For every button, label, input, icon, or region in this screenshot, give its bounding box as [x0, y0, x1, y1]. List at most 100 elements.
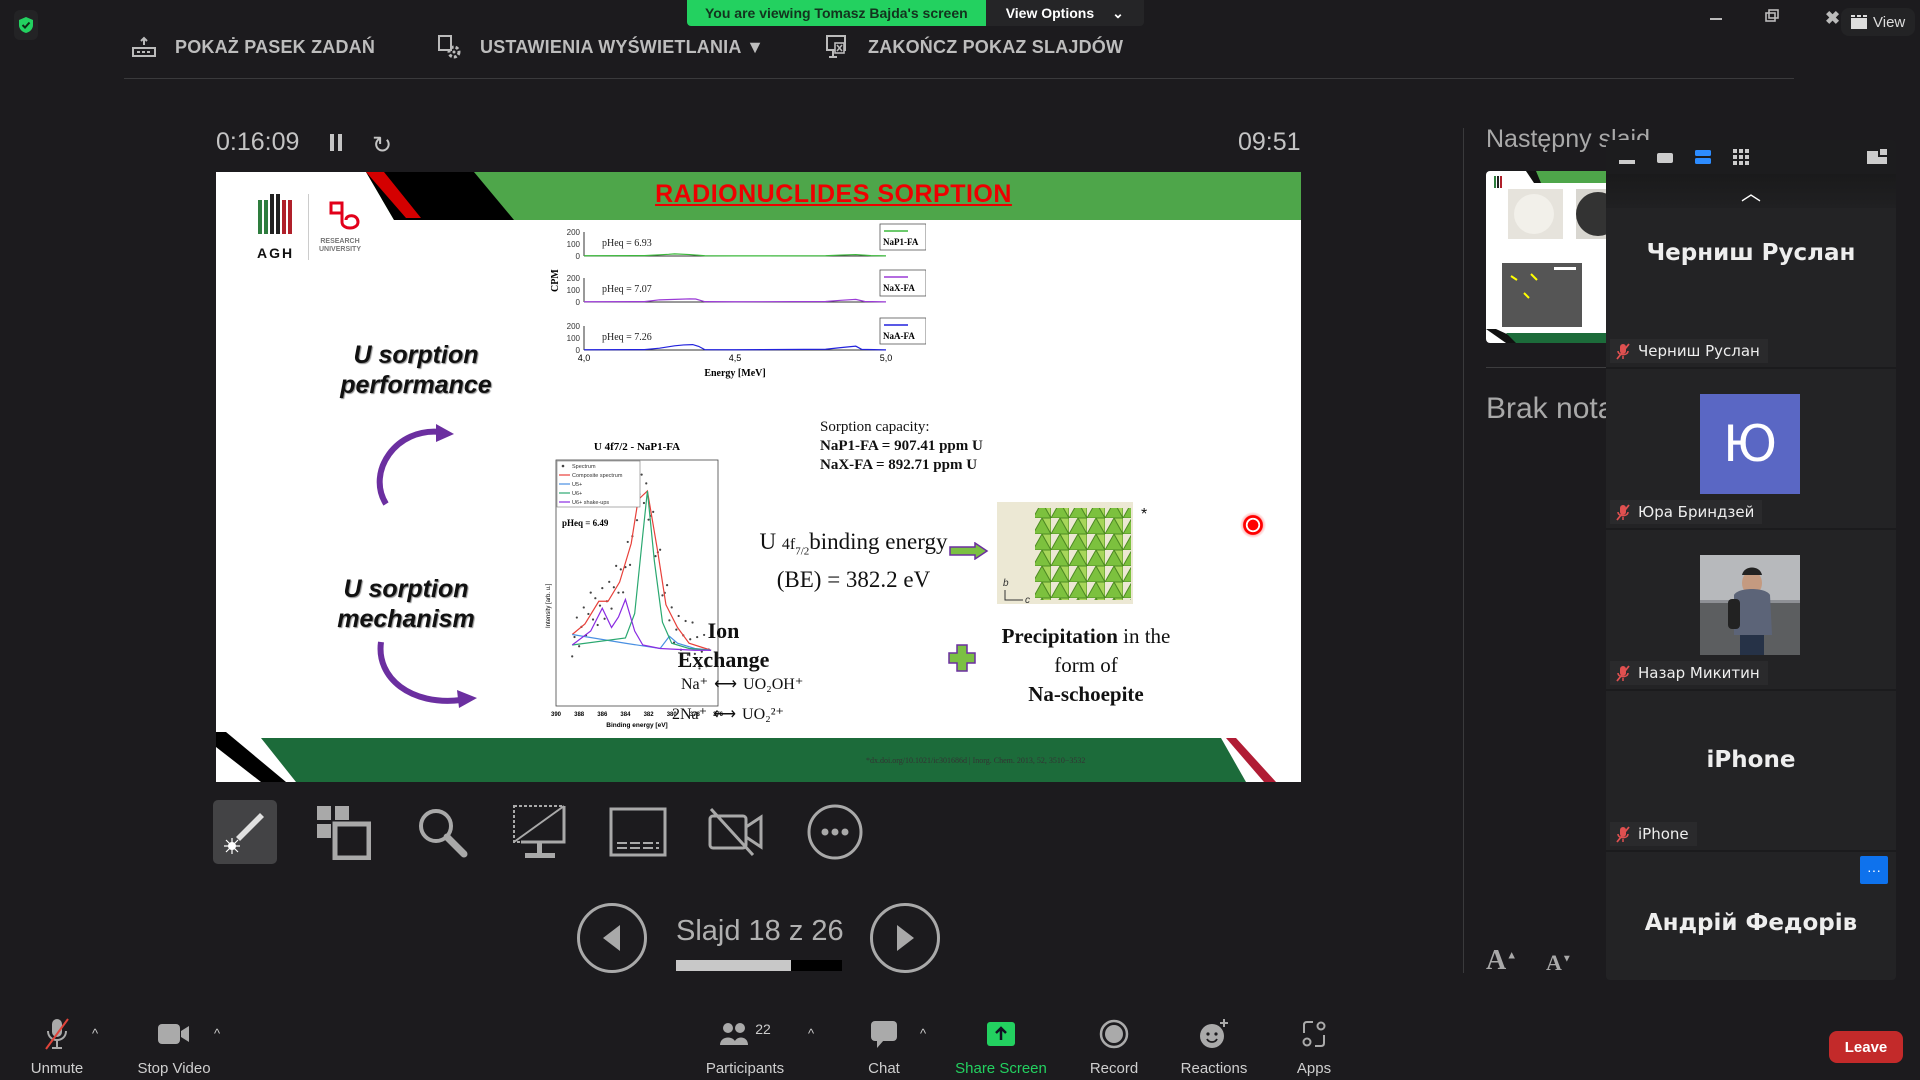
participant-tile[interactable]: Назар Микитин	[1606, 530, 1896, 691]
citation-asterisk: *	[1141, 506, 1148, 523]
pop-out-view-button[interactable]	[1866, 148, 1888, 166]
research-university-logo-icon	[328, 200, 362, 239]
ph-annotation: pHeq = 7.07	[602, 284, 652, 295]
share-screen-button[interactable]: Share Screen	[946, 1016, 1056, 1077]
current-slide[interactable]: RADIONUCLIDES SORPTION AGH RESEARCH UNIV…	[216, 172, 1301, 782]
logo-university-text: UNIVERSITY	[319, 246, 362, 253]
gallery-view-button[interactable]	[1732, 148, 1750, 166]
video-options-caret[interactable]: ^	[214, 1026, 220, 1041]
subtitles-icon	[609, 807, 667, 857]
participant-tile[interactable]: Черниш Руслан Черниш Руслан	[1606, 208, 1896, 369]
viewing-screen-text: You are viewing Tomasz Bajda's screen	[687, 0, 986, 26]
show-taskbar-button[interactable]: POKAŻ PASEK ZADAŃ	[131, 34, 375, 60]
next-slide-button[interactable]	[870, 903, 940, 973]
participants-options-caret[interactable]: ^	[808, 1026, 814, 1041]
close-button[interactable]: ✖	[1825, 8, 1840, 29]
pause-timer-button[interactable]	[328, 132, 344, 159]
spectrum-point	[617, 591, 620, 594]
next-slide-thumbnail[interactable]	[1486, 171, 1616, 343]
increase-font-button[interactable]: A▲	[1486, 945, 1517, 977]
y-tick-label: 200	[567, 274, 581, 283]
be-u: U	[759, 529, 782, 554]
apps-button[interactable]: Apps	[1259, 1016, 1369, 1077]
restart-timer-button[interactable]: ↻	[372, 131, 392, 160]
y-axis-label: CPM	[550, 269, 561, 292]
more-options-tool[interactable]	[803, 800, 867, 864]
stop-video-button[interactable]: Stop Video	[119, 1016, 229, 1077]
spectrum-point	[591, 618, 595, 621]
audio-options-caret[interactable]: ^	[92, 1026, 98, 1041]
reactions-label: Reactions	[1180, 1060, 1248, 1077]
participants-button[interactable]: 22 Participants	[690, 1016, 800, 1077]
view-button[interactable]: View	[1841, 8, 1916, 36]
y-tick-label: 100	[567, 286, 581, 295]
y-tick-label: 100	[567, 240, 581, 249]
next-slide-preview-icon	[1486, 171, 1616, 343]
encryption-shield-icon[interactable]	[14, 10, 38, 40]
previous-slide-button[interactable]	[577, 903, 647, 973]
end-slideshow-button[interactable]: ZAKOŃCZ POKAZ SLAJDÓW	[824, 34, 1123, 60]
x-tick-label: 5,0	[880, 353, 893, 363]
legend-label: NaP1-FA	[883, 237, 919, 247]
slide-progress-fill	[676, 960, 791, 971]
view-options-label: View Options	[1005, 5, 1095, 21]
participant-name-tag: iPhone	[1610, 822, 1697, 846]
restore-button[interactable]	[1764, 8, 1780, 29]
reactions-button[interactable]: Reactions	[1159, 1016, 1269, 1077]
laser-pointer-icon	[224, 813, 264, 854]
be-4f: 4f	[781, 536, 796, 553]
research-university-text: RESEARCH UNIVERSITY	[319, 238, 361, 254]
participant-name: Черниш Руслан	[1638, 342, 1760, 360]
crystal-structure-icon: b c	[1003, 508, 1131, 606]
pause-icon	[330, 134, 342, 151]
caret-up-icon: ▲	[1506, 949, 1518, 962]
toolbar-divider	[124, 78, 1794, 79]
ph-annotation: pHeq = 7.26	[602, 332, 652, 343]
spectrum-point	[601, 587, 604, 590]
participant-tile[interactable]: ··· Андрій Федорів Андрій Федорів ﹀	[1606, 852, 1896, 980]
speaker-view-button[interactable]	[1656, 148, 1674, 166]
spectrum-point	[571, 655, 574, 658]
leave-button[interactable]: Leave	[1829, 1031, 1903, 1063]
x-axis-label: Energy [MeV]	[704, 368, 765, 379]
spectrum-point	[628, 563, 632, 566]
chart-title: U 4f7/2 - NaP1-FA	[594, 441, 680, 453]
participant-tile[interactable]: Ю Юра Бриндзей	[1606, 369, 1896, 530]
decrease-font-button[interactable]: A▼	[1546, 950, 1572, 976]
x-tick-label: 4,5	[729, 353, 742, 363]
performance-label-line2: performance	[340, 371, 492, 399]
camera-off-tool[interactable]	[704, 800, 768, 864]
minimize-video-button[interactable]	[1618, 148, 1636, 166]
participant-name: Юра Бриндзей	[1638, 503, 1755, 521]
more-options-icon	[807, 804, 863, 860]
laser-pointer-tool[interactable]	[213, 800, 277, 864]
citation-text: *dx.doi.org/10.1021/ic301686d | Inorg. C…	[866, 756, 1086, 765]
u-sorption-performance-label: U sorption performance	[326, 340, 506, 400]
view-options-button[interactable]: View Options ⌄	[985, 0, 1144, 26]
be-value: (BE) = 382.2 eV	[776, 566, 931, 592]
spectrum-point	[578, 645, 581, 648]
precip-line2: form of	[1054, 653, 1118, 677]
record-button[interactable]: Record	[1059, 1016, 1169, 1077]
spectrum-point	[573, 635, 576, 639]
display-settings-button[interactable]: USTAWIENIA WYŚWIETLANIA ▼	[436, 34, 764, 60]
chat-options-caret[interactable]: ^	[920, 1026, 926, 1041]
scroll-up-button[interactable]: ︿	[1606, 174, 1896, 208]
eq1-left: Na⁺	[681, 676, 709, 693]
na-schoepite-structure-image: b c	[997, 502, 1133, 606]
axis-b-label: b	[1003, 578, 1009, 589]
strip-view-button[interactable]	[1694, 148, 1712, 166]
black-screen-tool[interactable]	[508, 800, 572, 864]
gallery-view-controls	[1606, 140, 1896, 174]
participant-tile[interactable]: iPhone iPhone	[1606, 691, 1896, 852]
participant-more-button[interactable]: ···	[1860, 856, 1888, 884]
participants-icon	[720, 1023, 749, 1045]
see-all-slides-tool[interactable]	[311, 800, 375, 864]
minimize-button[interactable]	[1708, 8, 1724, 29]
curved-arrow-icon	[376, 424, 454, 506]
zoom-slide-tool[interactable]	[410, 800, 474, 864]
mic-muted-icon	[1616, 342, 1630, 360]
series-line-nap1-fa	[583, 253, 887, 257]
subtitles-tool[interactable]	[606, 800, 670, 864]
x-tick-label: 4,0	[578, 353, 591, 363]
